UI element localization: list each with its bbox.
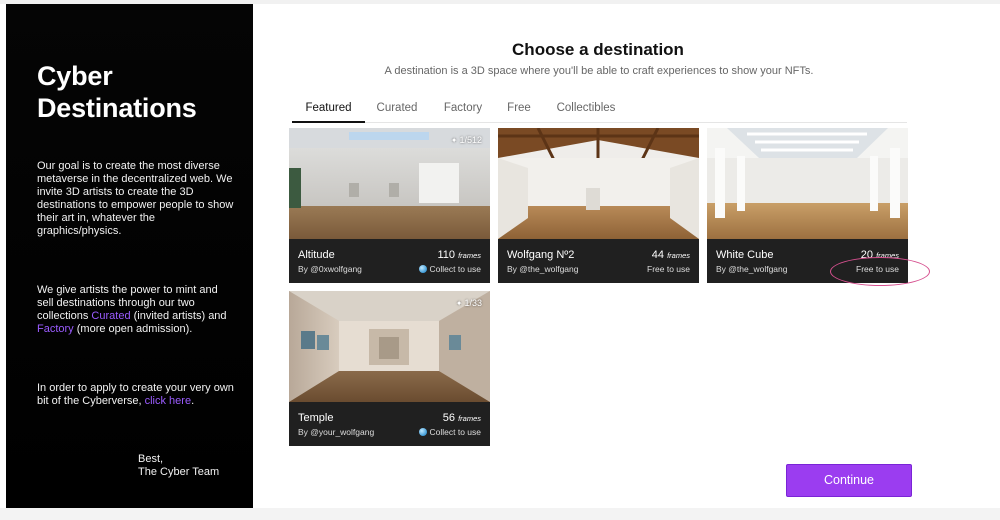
frame-number: 110 (437, 249, 456, 261)
page-subtitle: A destination is a 3D space where you'll… (384, 65, 814, 77)
status-label: Collect to use (429, 427, 482, 437)
card-author: By @0xwolfgang (298, 264, 362, 274)
collections-text-end: (more open admission). (73, 323, 193, 335)
collections-text-middle: (invited artists) and (130, 310, 227, 322)
card-title: Altitude (298, 249, 335, 261)
frames-unit: frames (667, 251, 690, 260)
tab-curated[interactable]: Curated (368, 101, 426, 123)
card-status: Collect to use (418, 264, 482, 274)
tab-free[interactable]: Free (499, 101, 539, 123)
apply-link[interactable]: click here (145, 395, 191, 407)
signature-team: The Cyber Team (138, 466, 220, 478)
frame-count: 44 frames (652, 249, 690, 261)
sidebar-signature: Best, The Cyber Team (138, 453, 219, 479)
edition-count: 1/512 (459, 135, 482, 145)
card-status: Collect to use (418, 427, 482, 437)
page-title: Choose a destination (512, 40, 684, 59)
card-author: By @the_wolfgang (507, 264, 579, 274)
edition-count: 1/33 (464, 298, 482, 308)
card-status: Free to use (647, 264, 690, 274)
destination-card-temple[interactable]: ✦ 1/33 Temple 56 frames By @your_wolfgang… (289, 291, 490, 446)
frame-count: 110 frames (437, 249, 481, 261)
sidebar-intro: Our goal is to create the most diverse m… (37, 160, 234, 237)
card-title: Temple (298, 412, 334, 424)
apply-text-end: . (191, 395, 195, 407)
tab-collectibles[interactable]: Collectibles (550, 101, 622, 123)
card-title: Wolfgang Nº2 (507, 249, 575, 261)
card-author: By @your_wolfgang (298, 427, 375, 437)
destination-card-wolfgang-n2[interactable]: Wolfgang Nº2 44 frames By @the_wolfgang … (498, 128, 699, 283)
edition-badge: ✦ 1/512 (451, 135, 482, 145)
sidebar-title-line1: Cyber (37, 61, 113, 91)
frames-unit: frames (458, 414, 481, 423)
sidebar-apply-text: In order to apply to create your very ow… (37, 382, 237, 408)
destination-card-altitude[interactable]: ✦ 1/512 Altitude 110 frames By @0xwolfgan… (289, 128, 490, 283)
edition-icon: ✦ (455, 298, 463, 308)
card-info: Altitude 110 frames By @0xwolfgang Colle… (289, 239, 490, 283)
continue-button[interactable]: Continue (786, 464, 912, 497)
sidebar-title: Cyber Destinations (37, 60, 237, 124)
signature-greeting: Best, (138, 453, 164, 465)
frames-unit: frames (458, 251, 481, 260)
tab-factory[interactable]: Factory (434, 101, 492, 123)
card-info: Temple 56 frames By @your_wolfgang Colle… (289, 402, 490, 446)
card-title: White Cube (716, 249, 774, 261)
globe-icon (418, 428, 427, 436)
wooden-roof-hall-icon (498, 128, 699, 239)
frame-number: 44 (651, 249, 665, 261)
status-label: Collect to use (429, 264, 482, 274)
window-bottom-edge (0, 508, 1000, 520)
edition-icon: ✦ (450, 135, 458, 145)
frame-count: 56 frames (443, 412, 481, 424)
frame-number: 56 (442, 412, 456, 424)
curated-link[interactable]: Curated (91, 310, 130, 322)
destination-tabs: Featured Curated Factory Free Collectibl… (292, 101, 907, 123)
card-author: By @the_wolfgang (716, 264, 788, 274)
globe-icon (418, 265, 427, 273)
info-sidebar: Cyber Destinations Our goal is to create… (6, 4, 253, 508)
factory-link[interactable]: Factory (37, 323, 74, 335)
status-label: Free to use (647, 264, 690, 274)
skylight-gallery-icon (707, 128, 908, 239)
card-info: Wolfgang Nº2 44 frames By @the_wolfgang … (498, 239, 699, 283)
edition-badge: ✦ 1/33 (456, 298, 482, 308)
sidebar-title-line2: Destinations (37, 93, 197, 123)
apply-text-start: In order to apply to create your very ow… (37, 382, 234, 407)
tab-featured[interactable]: Featured (292, 101, 365, 123)
highlight-ellipse (830, 257, 930, 286)
sidebar-collections-text: We give artists the power to mint and se… (37, 284, 237, 336)
